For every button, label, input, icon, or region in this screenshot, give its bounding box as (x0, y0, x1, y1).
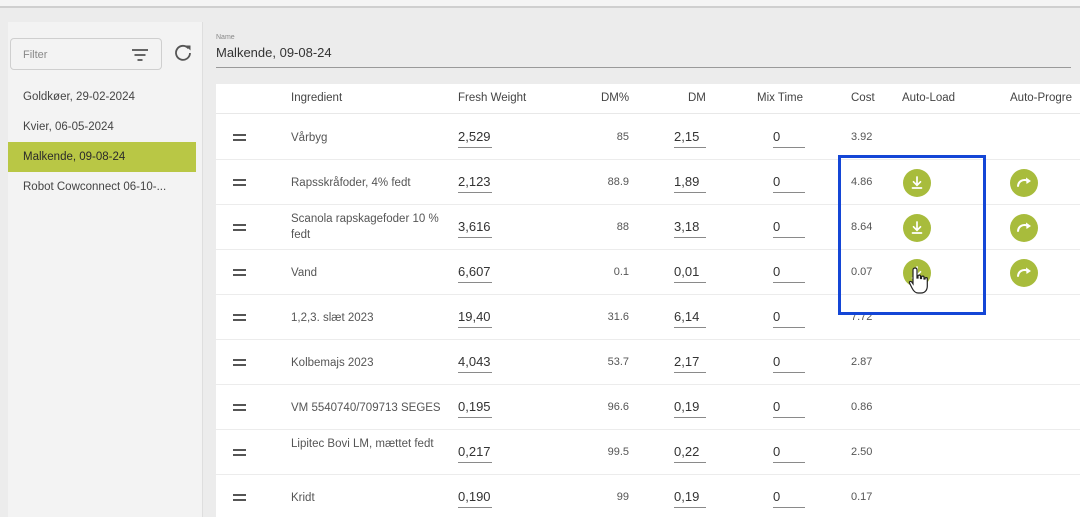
sidebar: Filter Goldkøer, 29-02-2024 Kvier, 06-05-… (8, 22, 203, 517)
sidebar-item[interactable]: Malkende, 09-08-24 (8, 142, 196, 172)
fresh-weight-input[interactable]: 6,607 (458, 264, 492, 283)
ingredient-name: Rapsskråfoder, 4% fedt (291, 177, 411, 189)
header-ingredient[interactable]: Ingredient (291, 92, 342, 104)
ingredient-name: Kridt (291, 492, 315, 504)
name-label: Name (216, 34, 235, 41)
fresh-weight-input[interactable]: 3,616 (458, 219, 492, 238)
header-auto-load[interactable]: Auto-Load (902, 92, 955, 104)
ingredient-name: VM 5540740/709713 SEGES (291, 402, 441, 414)
dm-input[interactable]: 6,14 (674, 309, 706, 328)
name-field[interactable]: Name Malkende, 09-08-24 (216, 32, 1071, 68)
drag-handle-icon[interactable] (233, 224, 246, 231)
drag-handle-icon[interactable] (233, 134, 246, 141)
drag-handle-icon[interactable] (233, 494, 246, 501)
table-row[interactable]: Lipitec Bovi LM, mættet fedt 0,217 99.5 0,2… (216, 430, 1080, 475)
ingredient-name: Scanola rapskagefoder 10 % fedt (291, 213, 439, 241)
cost-value: 0.86 (851, 401, 873, 413)
dm-pct-value: 99 (616, 491, 629, 503)
mix-time-input[interactable]: 0 (773, 219, 805, 238)
table-row[interactable]: VM 5540740/709713 SEGES 0,195 96.6 0,19 0 0.8… (216, 385, 1080, 430)
fresh-weight-input[interactable]: 2,123 (458, 174, 492, 193)
auto-progress-button[interactable] (1010, 214, 1038, 242)
dm-pct-value: 85 (616, 131, 629, 143)
sidebar-item[interactable]: Robot Cowconnect 06-10-... (8, 172, 196, 202)
sidebar-item[interactable]: Goldkøer, 29-02-2024 (8, 82, 196, 112)
mix-time-input[interactable]: 0 (773, 129, 805, 148)
hand-cursor-icon (908, 266, 930, 296)
header-cost[interactable]: Cost (851, 92, 875, 104)
cost-value: 2.87 (851, 356, 873, 368)
forward-arrow-icon (1017, 222, 1031, 232)
forward-arrow-icon (1017, 267, 1031, 277)
mix-time-input[interactable]: 0 (773, 444, 805, 463)
top-border (0, 0, 1080, 8)
fresh-weight-input[interactable]: 19,40 (458, 309, 492, 328)
auto-progress-button[interactable] (1010, 259, 1038, 287)
dm-input[interactable]: 0,19 (674, 399, 706, 418)
mix-time-input[interactable]: 0 (773, 354, 805, 373)
drag-handle-icon[interactable] (233, 449, 246, 456)
dm-pct-value: 31.6 (607, 311, 629, 323)
table-row[interactable]: Vårbyg 2,529 85 2,15 0 3.92 (216, 115, 1080, 160)
dm-pct-value: 99.5 (607, 446, 629, 458)
filter-placeholder: Filter (23, 49, 48, 61)
mix-time-input[interactable]: 0 (773, 399, 805, 418)
dm-pct-value: 88 (616, 221, 629, 233)
header-mix-time[interactable]: Mix Time (757, 92, 803, 104)
mix-time-input[interactable]: 0 (773, 174, 805, 193)
forward-arrow-icon (1017, 177, 1031, 187)
dm-pct-value: 96.6 (607, 401, 629, 413)
ingredient-name: Vårbyg (291, 132, 328, 144)
mix-time-input[interactable]: 0 (773, 489, 805, 508)
dm-pct-value: 53.7 (607, 356, 629, 368)
drag-handle-icon[interactable] (233, 269, 246, 276)
cost-value: 3.92 (851, 131, 873, 143)
cost-value: 2.50 (851, 446, 873, 458)
sidebar-item[interactable]: Kvier, 06-05-2024 (8, 112, 196, 142)
name-value[interactable]: Malkende, 09-08-24 (216, 45, 332, 60)
drag-handle-icon[interactable] (233, 404, 246, 411)
header-fresh-weight[interactable]: Fresh Weight (458, 92, 526, 104)
filter-input[interactable]: Filter (10, 38, 162, 70)
mix-time-input[interactable]: 0 (773, 309, 805, 328)
header-auto-progress[interactable]: Auto-Progre (1010, 92, 1072, 104)
dm-pct-value: 88.9 (607, 176, 629, 188)
filter-icon[interactable] (131, 48, 149, 62)
dm-input[interactable]: 2,17 (674, 354, 706, 373)
dm-pct-value: 0.1 (613, 266, 629, 278)
table-header: Ingredient Fresh Weight DM% DM Mix Time … (216, 84, 1080, 114)
dm-input[interactable]: 2,15 (674, 129, 706, 148)
ingredient-name: Kolbemajs 2023 (291, 357, 374, 369)
drag-handle-icon[interactable] (233, 314, 246, 321)
mix-time-input[interactable]: 0 (773, 264, 805, 283)
table-row[interactable]: Kridt 0,190 99 0,19 0 0.17 (216, 475, 1080, 517)
dm-input[interactable]: 0,22 (674, 444, 706, 463)
fresh-weight-input[interactable]: 2,529 (458, 129, 492, 148)
sidebar-list: Goldkøer, 29-02-2024 Kvier, 06-05-2024 Mal… (8, 82, 196, 202)
header-dm-pct[interactable]: DM% (601, 92, 629, 104)
dm-input[interactable]: 0,01 (674, 264, 706, 283)
fresh-weight-input[interactable]: 0,217 (458, 444, 492, 463)
dm-input[interactable]: 3,18 (674, 219, 706, 238)
table-row[interactable]: Kolbemajs 2023 4,043 53.7 2,17 0 2.87 (216, 340, 1080, 385)
header-dm[interactable]: DM (688, 92, 706, 104)
dm-input[interactable]: 1,89 (674, 174, 706, 193)
fresh-weight-input[interactable]: 0,190 (458, 489, 492, 508)
ingredient-name: Lipitec Bovi LM, mættet fedt (291, 438, 434, 450)
cost-value: 0.17 (851, 491, 873, 503)
refresh-icon[interactable] (172, 42, 194, 64)
fresh-weight-input[interactable]: 4,043 (458, 354, 492, 373)
fresh-weight-input[interactable]: 0,195 (458, 399, 492, 418)
ingredient-name: Vand (291, 267, 318, 279)
drag-handle-icon[interactable] (233, 179, 246, 186)
ingredient-name: 1,2,3. slæt 2023 (291, 312, 374, 324)
auto-progress-button[interactable] (1010, 169, 1038, 197)
dm-input[interactable]: 0,19 (674, 489, 706, 508)
drag-handle-icon[interactable] (233, 359, 246, 366)
filter-row: Filter (10, 36, 200, 72)
